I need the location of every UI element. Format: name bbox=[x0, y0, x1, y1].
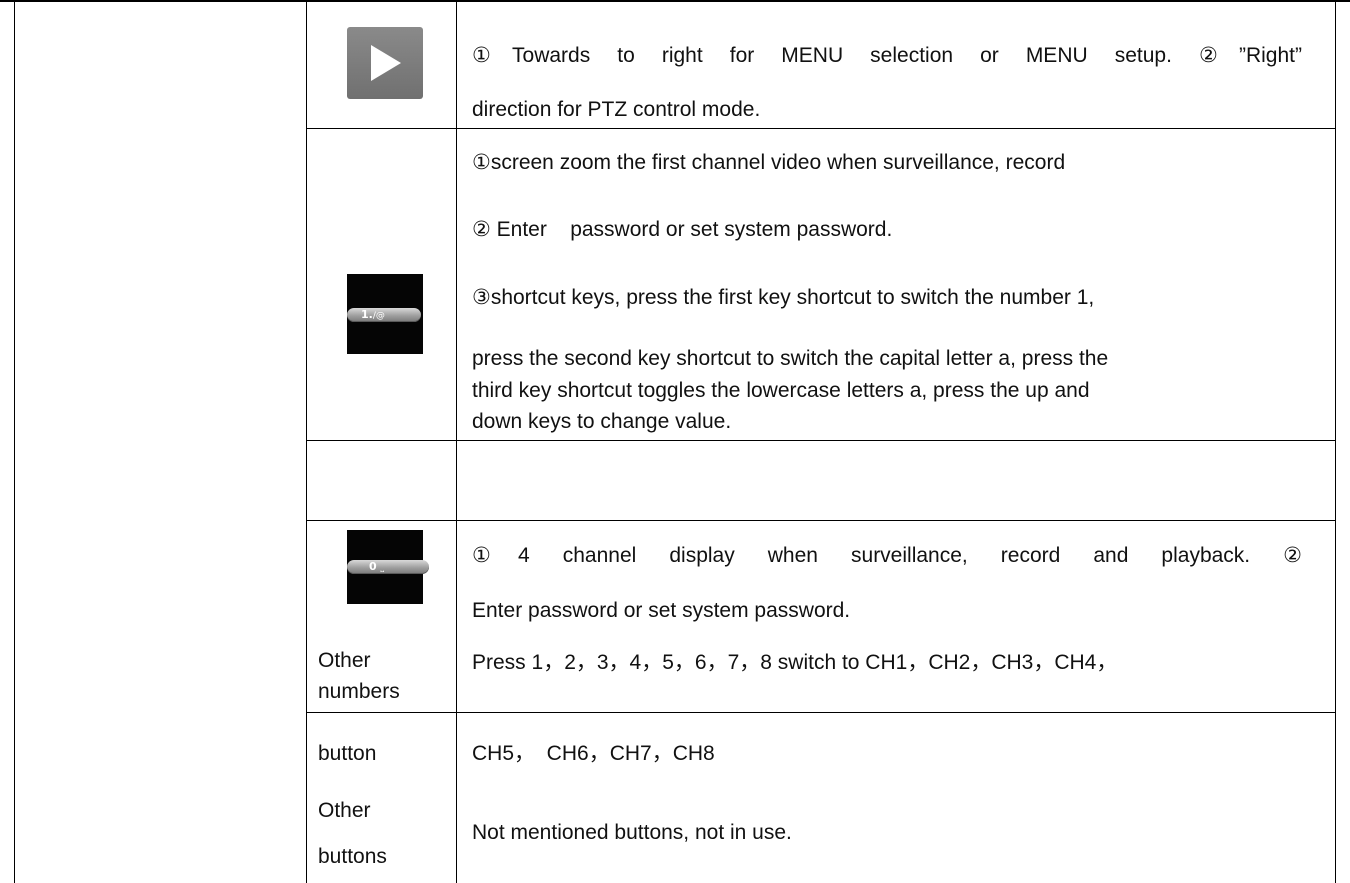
other-buttons-desc-line1: Not mentioned buttons, not in use. bbox=[472, 821, 792, 844]
other-numbers-desc-line1: Press 1，2，3，4，5，6，7，8 switch to CH1，CH2，… bbox=[472, 651, 1118, 674]
key-1-image: 1./@ bbox=[347, 274, 423, 354]
key-1-label: 1. bbox=[361, 308, 373, 321]
key-0-image: 0 ⎵ bbox=[347, 530, 429, 604]
key-0-pill: 0 ⎵ bbox=[347, 560, 429, 574]
key-1-desc-line3: ③shortcut keys, press the first key shor… bbox=[472, 286, 1095, 309]
other-numbers-label-line1: Other bbox=[318, 649, 371, 672]
key-0-symbol: ⎵ bbox=[380, 563, 385, 573]
other-numbers-label-line3: button bbox=[318, 742, 377, 765]
right-arrow-icon bbox=[371, 45, 401, 81]
right-key-desc-line2: direction for PTZ control mode. bbox=[472, 98, 761, 121]
column-divider-2 bbox=[456, 0, 457, 883]
key-0-desc-line1: ①4 channel display when surveillance, re… bbox=[472, 544, 1302, 567]
column-divider-1 bbox=[306, 0, 307, 883]
table-top-border bbox=[0, 0, 1350, 2]
other-buttons-label-line2: buttons bbox=[318, 845, 387, 868]
row-divider-4 bbox=[306, 712, 1336, 713]
other-numbers-desc-line2: CH5， CH6，CH7，CH8 bbox=[472, 742, 715, 765]
right-arrow-key-image bbox=[347, 27, 423, 99]
row-divider-1 bbox=[306, 128, 1336, 129]
row-divider-2 bbox=[306, 440, 1336, 441]
right-key-desc-line1: ①Towards to right for MENU selection or … bbox=[472, 44, 1302, 67]
key-1-desc-line1: ①screen zoom the first channel video whe… bbox=[472, 151, 1066, 174]
key-1-pill: 1./@ bbox=[347, 308, 421, 322]
key-1-desc-line5: third key shortcut toggles the lowercase… bbox=[472, 379, 1090, 402]
key-1-symbol: /@ bbox=[372, 311, 385, 321]
key-1-desc-line6: down keys to change value. bbox=[472, 410, 732, 433]
key-0-desc-line2: Enter password or set system password. bbox=[472, 599, 851, 622]
other-numbers-label-line2: numbers bbox=[318, 680, 400, 703]
other-buttons-label-line1: Other bbox=[318, 799, 371, 822]
table-left-border bbox=[14, 0, 15, 883]
row-divider-3 bbox=[306, 520, 1336, 521]
key-0-label: 0 bbox=[369, 560, 377, 573]
table-right-border bbox=[1335, 0, 1336, 883]
key-1-desc-line4: press the second key shortcut to switch … bbox=[472, 347, 1109, 370]
key-1-desc-line2: ② Enter password or set system password. bbox=[472, 218, 893, 241]
